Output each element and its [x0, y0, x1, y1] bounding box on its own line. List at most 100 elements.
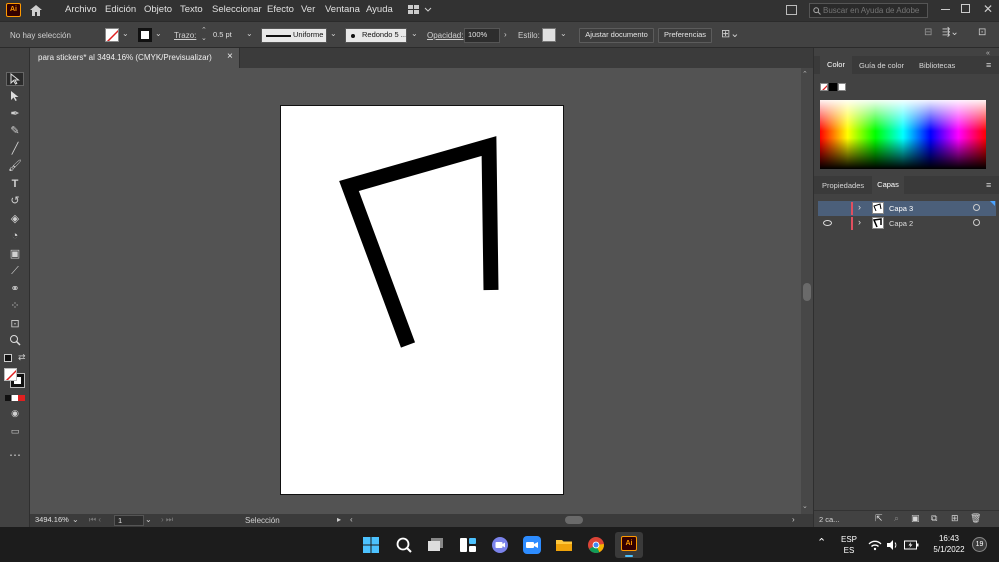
layer-row-capa-3[interactable]: › Capa 3 [818, 201, 996, 216]
line-tool-icon[interactable]: ╱ [6, 142, 24, 156]
tab-color[interactable]: Color [820, 56, 852, 74]
type-tool-icon[interactable]: T [6, 177, 24, 191]
close-tab-icon[interactable]: × [227, 51, 233, 62]
panel-options-icon[interactable]: ⇶⌄ [942, 27, 959, 38]
menu-objeto[interactable]: Objeto [144, 4, 172, 15]
task-view-icon[interactable] [427, 536, 445, 554]
home-icon[interactable] [29, 4, 43, 17]
fill-dropdown-icon[interactable]: ⌄ [122, 29, 129, 38]
rotate-tool-icon[interactable]: ↺ [6, 194, 24, 208]
menu-archivo[interactable]: Archivo [65, 4, 97, 15]
stroke-stepper-icon[interactable]: ⌃ ⌄ [201, 27, 207, 43]
last-artboard-icon[interactable]: › ⏭ [161, 515, 173, 525]
variable-width-profile[interactable]: Uniforme [261, 28, 327, 43]
direct-selection-tool-icon[interactable] [6, 90, 24, 104]
stroke-swatch[interactable] [138, 28, 152, 42]
gradient-tool-icon[interactable]: ▣ [6, 247, 24, 261]
scroll-up-arrow[interactable]: ⌃ [802, 70, 808, 78]
workspace-icon[interactable] [408, 5, 432, 16]
color-panel-menu-icon[interactable]: ≡ [986, 60, 991, 70]
volume-icon[interactable] [886, 539, 899, 551]
selection-tool-icon[interactable] [6, 72, 24, 86]
color-black-swatch[interactable] [829, 83, 837, 91]
stroke-dropdown-icon[interactable]: ⌄ [155, 29, 162, 38]
symbol-sprayer-tool-icon[interactable]: ⁘ [6, 299, 24, 313]
battery-icon[interactable] [904, 540, 919, 550]
layer-target-icon[interactable] [973, 219, 980, 226]
fill-color-swatch[interactable] [4, 368, 17, 381]
minimize-button[interactable] [941, 9, 950, 10]
stroke-weight-field[interactable]: 0.5 pt [210, 29, 244, 43]
illustrator-taskbar-icon[interactable]: Ai [615, 532, 643, 558]
color-fill-none-icon[interactable] [820, 83, 828, 91]
menu-toggle-icon[interactable]: ⊡ [978, 27, 986, 38]
vertical-scroll-thumb[interactable] [803, 283, 811, 301]
opacity-field[interactable]: 100% [464, 28, 500, 43]
artboard-number-field[interactable]: 1 [114, 515, 144, 526]
shape-builder-tool-icon[interactable]: ◔ [6, 229, 24, 243]
drawn-path[interactable] [281, 106, 565, 496]
opacity-arrow-icon[interactable]: › [504, 30, 507, 39]
opacity-label[interactable]: Opacidad: [427, 31, 463, 40]
new-sublayer-icon[interactable]: ⧉ [931, 513, 937, 524]
chrome-icon[interactable] [587, 536, 605, 554]
canvas-area[interactable] [30, 68, 801, 514]
delete-layer-icon[interactable]: 🗑 [970, 513, 981, 524]
artboard-tool-icon[interactable]: ⊡ [6, 317, 24, 331]
scroll-right-arrow[interactable]: › [792, 515, 795, 524]
draw-modes-icon[interactable]: ◉ [6, 406, 24, 420]
vertical-scrollbar[interactable]: ⌃ ⌄ [801, 68, 813, 514]
paintbrush-tool-icon[interactable]: 🖌 [6, 159, 24, 173]
notification-badge[interactable]: 19 [972, 537, 987, 552]
layer-visibility-toggle[interactable] [821, 203, 833, 214]
fill-swatch[interactable] [105, 28, 119, 42]
scroll-down-arrow[interactable]: ⌄ [802, 502, 808, 510]
brush-definition[interactable]: Redondo 5 ... [345, 28, 407, 43]
eye-icon[interactable] [823, 220, 832, 226]
document-tab[interactable]: para stickers* al 3494.16% (CMYK/Previsu… [30, 48, 240, 68]
menu-efecto[interactable]: Efecto [267, 4, 294, 15]
tab-color-guide[interactable]: Guía de color [859, 61, 904, 70]
widgets-icon[interactable] [459, 536, 477, 554]
more-tools-icon[interactable]: ⋯ [6, 448, 24, 462]
blend-tool-icon[interactable]: ⚭ [6, 282, 24, 296]
wifi-icon[interactable] [868, 539, 882, 551]
status-menu-arrow-icon[interactable]: ▸ [337, 515, 341, 524]
arrange-icon[interactable] [786, 5, 797, 15]
screen-mode-icon[interactable]: ▭ [6, 424, 24, 438]
color-spectrum[interactable] [820, 100, 986, 169]
default-colors-icon[interactable] [4, 354, 12, 362]
menu-ver[interactable]: Ver [301, 4, 315, 15]
zoom-app-icon[interactable] [523, 536, 541, 554]
layer-target-icon[interactable] [973, 204, 980, 211]
menu-seleccionar[interactable]: Seleccionar [212, 4, 262, 15]
horizontal-scroll-thumb[interactable] [565, 516, 583, 524]
stroke-weight-dropdown-icon[interactable]: ⌄ [246, 29, 253, 38]
expand-layer-icon[interactable]: › [858, 202, 861, 212]
layer-name[interactable]: Capa 3 [889, 204, 913, 213]
artboard[interactable] [280, 105, 564, 495]
style-dropdown-icon[interactable]: ⌄ [560, 29, 567, 38]
eraser-tool-icon[interactable]: ◈ [6, 212, 24, 226]
layer-row-capa-2[interactable]: › Capa 2 [818, 216, 996, 231]
artboard-dropdown-icon[interactable]: ⌄ [145, 515, 152, 524]
windows-start-icon[interactable] [362, 536, 380, 554]
clock[interactable]: 16:43 5/1/2022 [928, 533, 970, 555]
menu-ayuda[interactable]: Ayuda [366, 4, 393, 15]
file-explorer-icon[interactable] [555, 536, 573, 554]
restore-button[interactable] [961, 4, 970, 13]
export-icon[interactable]: ⇱ [875, 513, 883, 524]
language-indicator[interactable]: ESP ES [841, 534, 857, 556]
fit-document-button[interactable]: Ajustar documento [579, 28, 654, 43]
menu-ventana[interactable]: Ventana [325, 4, 360, 15]
scroll-left-arrow[interactable]: ‹ [350, 515, 353, 524]
tab-libraries[interactable]: Bibliotecas [919, 61, 955, 70]
pen-tool-icon[interactable]: ✒ [6, 107, 24, 121]
tab-layers[interactable]: Capas [872, 176, 904, 194]
expand-layer-icon[interactable]: › [858, 217, 861, 227]
layer-name[interactable]: Capa 2 [889, 219, 913, 228]
search-icon[interactable] [395, 536, 413, 554]
locate-object-icon[interactable]: ⌕ [894, 513, 899, 524]
tab-properties[interactable]: Propiedades [822, 181, 864, 190]
zoom-level-field[interactable]: 3494.16% [32, 515, 72, 526]
